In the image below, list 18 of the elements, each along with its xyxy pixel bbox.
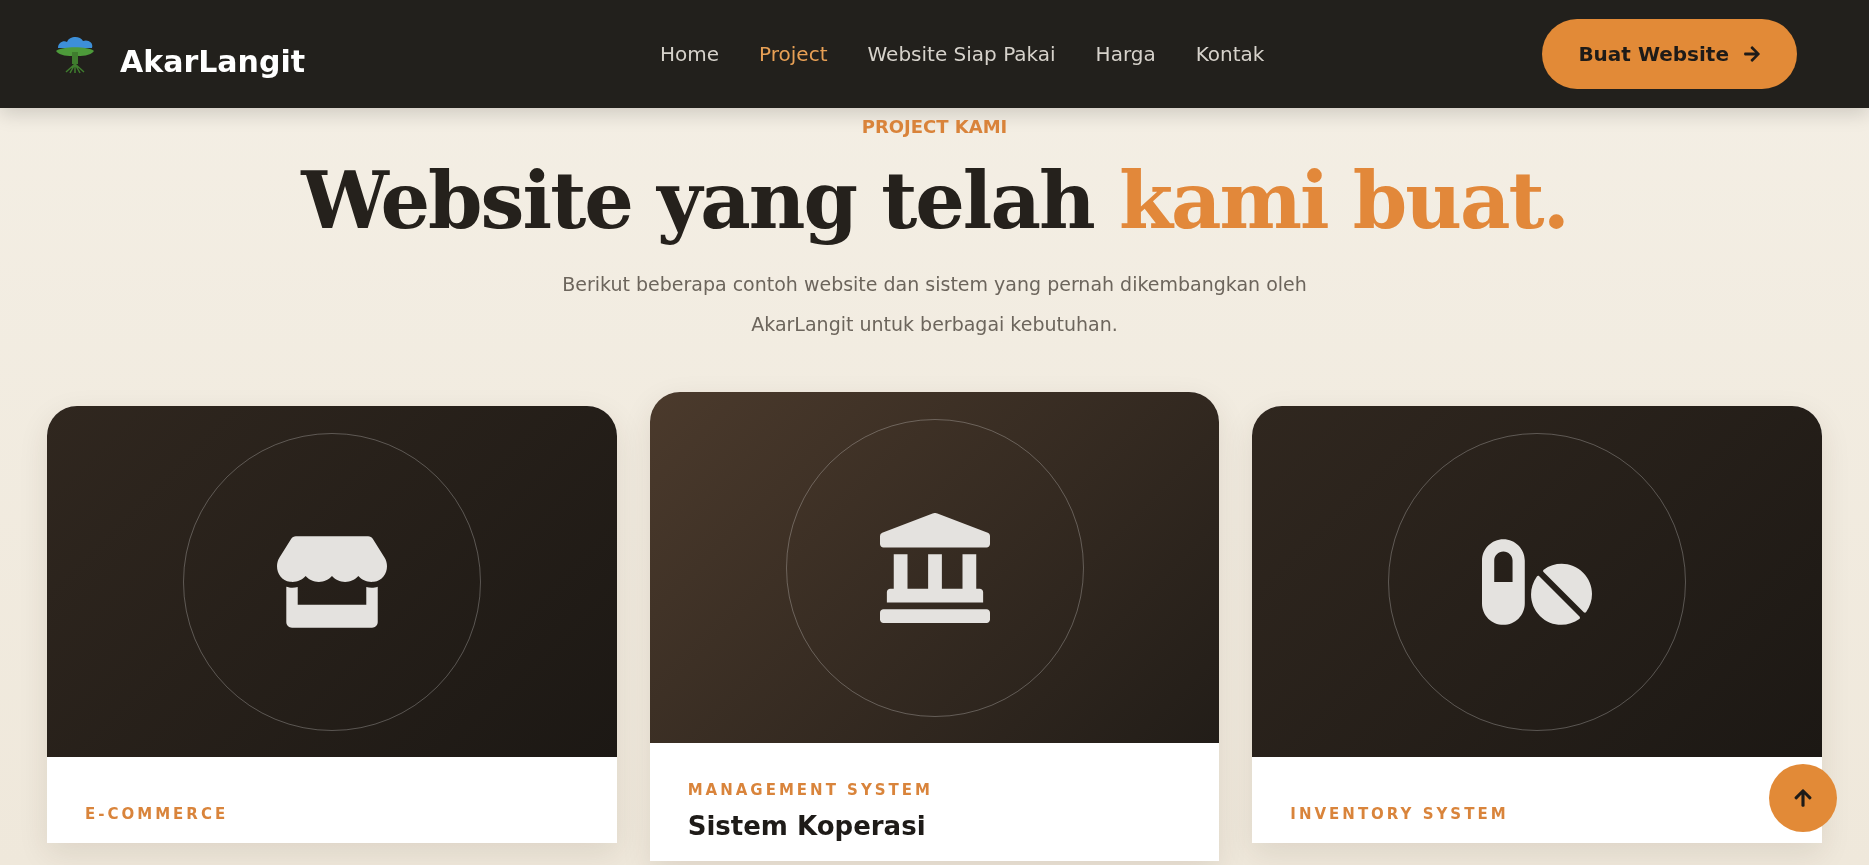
- project-category: INVENTORY SYSTEM: [1290, 805, 1510, 823]
- section-heading: Website yang telah kami buat.: [301, 155, 1568, 246]
- nav-link[interactable]: Kontak: [1195, 42, 1265, 66]
- section-subtitle: Berikut beberapa contoh website dan sistem yang pernah dikembangkan oleh: [562, 272, 1307, 297]
- project-title: Sistem Koperasi: [687, 811, 927, 841]
- cta-button[interactable]: Buat Website: [1542, 19, 1797, 89]
- nav-link[interactable]: Harga: [1095, 42, 1156, 66]
- project-category: MANAGEMENT SYSTEM: [687, 781, 934, 799]
- project-category: E-COMMERCE: [85, 805, 230, 823]
- nav-link[interactable]: Home: [660, 42, 720, 66]
- nav-link[interactable]: Project: [759, 42, 828, 66]
- nav-link[interactable]: Website Siap Pakai: [867, 42, 1056, 66]
- bank-building-icon: [879, 512, 990, 623]
- section-subtitle: AkarLangit untuk berbagai kebutuhan.: [751, 312, 1118, 337]
- brand-name: AkarLangit: [120, 43, 306, 79]
- arrow-right-icon: [1743, 45, 1761, 63]
- section-eyebrow: PROJECT KAMI: [861, 116, 1008, 137]
- arrow-up-icon: [1793, 788, 1813, 808]
